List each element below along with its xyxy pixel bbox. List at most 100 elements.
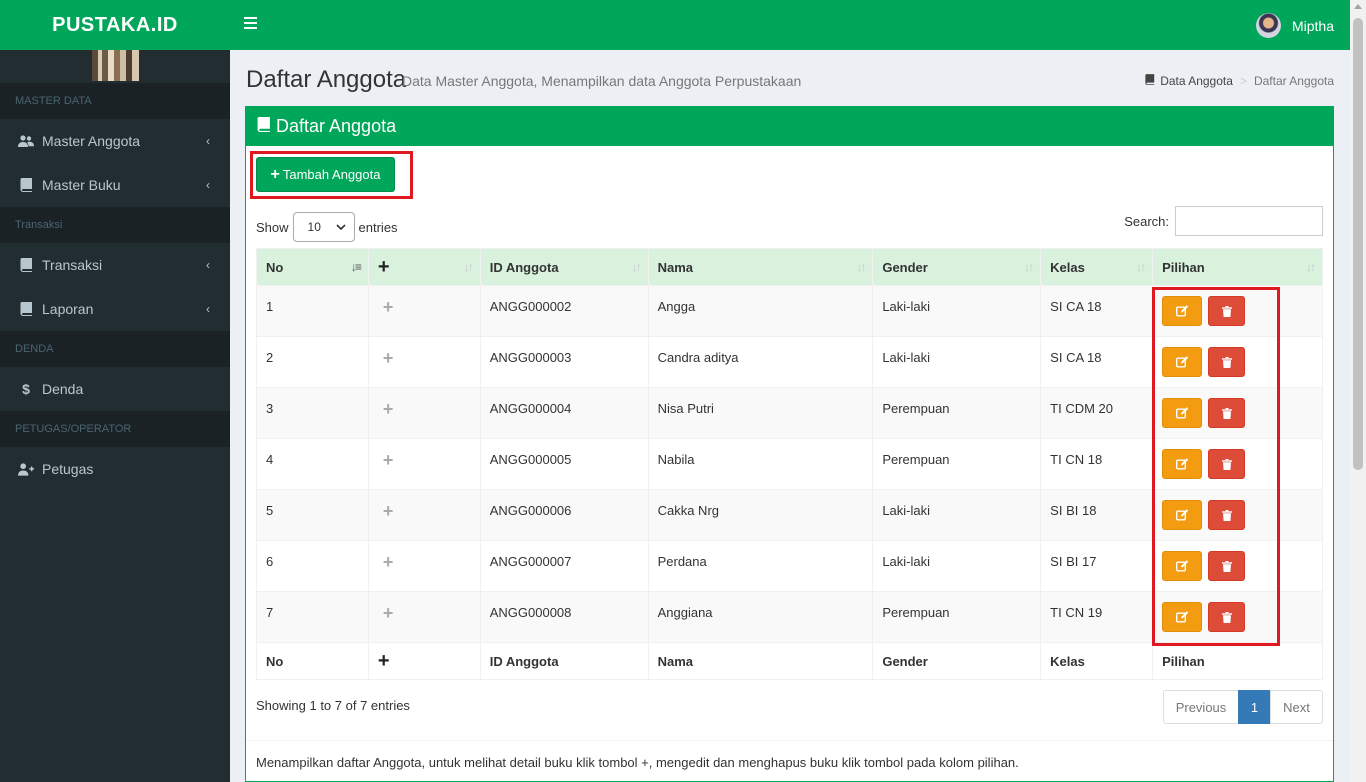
- sidebar-item-label: Denda: [42, 381, 84, 397]
- sidebar-item-denda[interactable]: $ Denda: [0, 367, 230, 411]
- cell-pilihan: [1152, 591, 1323, 643]
- user-name: Miptha: [1291, 17, 1334, 34]
- cell-nama: Perdana: [647, 540, 874, 592]
- breadcrumb-current: Daftar Anggota: [1253, 74, 1334, 88]
- edit-button[interactable]: [1162, 551, 1203, 581]
- expand-detail-icon[interactable]: +: [367, 489, 481, 541]
- cell-id: ANGG000002: [479, 285, 649, 337]
- cell-nama: Anggiana: [647, 591, 874, 643]
- scrollbar-thumb[interactable]: [1353, 18, 1363, 470]
- members-table: No ↓≡ + ↓↑ ID Anggota ↓↑ Nama ↓↑ Gender ↓↑ Ke…: [256, 248, 1323, 680]
- edit-button[interactable]: [1162, 296, 1203, 326]
- cell-nama: Nisa Putri: [647, 387, 874, 439]
- column-header-id[interactable]: ID Anggota ↓↑: [479, 248, 649, 286]
- cell-nama: Angga: [647, 285, 874, 337]
- cell-id: ANGG000008: [479, 591, 649, 643]
- sidebar-item-master-anggota[interactable]: Master Anggota ‹: [0, 119, 230, 163]
- cell-no: 4: [256, 438, 369, 490]
- column-header-nama[interactable]: Nama ↓↑: [647, 248, 874, 286]
- delete-button[interactable]: [1208, 602, 1246, 632]
- page-subtitle: Data Master Anggota, Menampilkan data An…: [402, 73, 802, 89]
- edit-icon: [1175, 458, 1188, 470]
- edit-button[interactable]: [1162, 602, 1203, 632]
- add-member-button[interactable]: + Tambah Anggota: [256, 157, 395, 192]
- sort-icon: ↓↑: [463, 260, 474, 274]
- chevron-left-icon: ‹: [206, 134, 210, 148]
- sort-icon: ↓↑: [856, 260, 866, 274]
- entries-value: 10: [307, 220, 321, 234]
- edit-icon: [1175, 560, 1188, 572]
- delete-button[interactable]: [1208, 296, 1246, 326]
- column-header-pilihan[interactable]: Pilihan ↓↑: [1152, 248, 1323, 286]
- expand-detail-icon[interactable]: +: [367, 438, 481, 490]
- cell-nama: Cakka Nrg: [647, 489, 874, 541]
- sidebar-item-master-buku[interactable]: Master Buku ‹: [0, 163, 230, 207]
- cell-gender: Laki-laki: [872, 540, 1042, 592]
- cell-no: 6: [256, 540, 369, 592]
- search-input[interactable]: [1175, 206, 1323, 236]
- scroll-up-arrow-icon[interactable]: [1354, 4, 1362, 9]
- column-header-gender[interactable]: Gender ↓↑: [872, 248, 1042, 286]
- page-scrollbar[interactable]: [1350, 0, 1366, 782]
- user-plus-icon: [18, 462, 34, 476]
- sidebar-item-transaksi[interactable]: Transaksi ‹: [0, 243, 230, 287]
- edit-button[interactable]: [1162, 449, 1203, 479]
- cell-nama: Nabila: [647, 438, 874, 490]
- cell-kelas: SI CA 18: [1040, 285, 1154, 337]
- expand-detail-icon[interactable]: +: [367, 387, 481, 439]
- sidebar-item-laporan[interactable]: Laporan ‹: [0, 287, 230, 331]
- cell-kelas: SI CA 18: [1040, 336, 1154, 388]
- library-image: [91, 50, 139, 81]
- cell-gender: Perempuan: [872, 438, 1042, 490]
- edit-icon: [1175, 611, 1188, 623]
- table-row: 7 + ANGG000008 Anggiana Perempuan TI CN 19: [256, 591, 1323, 643]
- cell-pilihan: [1152, 438, 1323, 490]
- chevron-left-icon: ‹: [206, 302, 210, 316]
- edit-button[interactable]: [1162, 398, 1203, 428]
- cell-kelas: SI BI 17: [1040, 540, 1154, 592]
- column-header-kelas[interactable]: Kelas ↓↑: [1040, 248, 1154, 286]
- expand-detail-icon[interactable]: +: [367, 285, 481, 337]
- footer-col-nama: Nama: [647, 642, 874, 680]
- cell-no: 7: [256, 591, 369, 643]
- user-menu[interactable]: Miptha: [1255, 13, 1334, 38]
- delete-button[interactable]: [1208, 398, 1246, 428]
- sidebar-header-master-data: MASTER DATA: [0, 83, 230, 119]
- delete-button[interactable]: [1208, 449, 1246, 479]
- edit-button[interactable]: [1162, 500, 1203, 530]
- entries-select[interactable]: 10: [292, 212, 355, 242]
- box-header: Daftar Anggota: [246, 106, 1333, 146]
- users-icon: [18, 134, 34, 148]
- page-1-button[interactable]: 1: [1238, 690, 1271, 724]
- entries-label: entries: [358, 219, 398, 235]
- delete-button[interactable]: [1208, 500, 1246, 530]
- expand-detail-icon[interactable]: +: [367, 540, 481, 592]
- app-logo[interactable]: PUSTAKA.ID: [0, 0, 230, 50]
- cell-gender: Laki-laki: [872, 336, 1042, 388]
- menu-toggle-icon[interactable]: [244, 17, 257, 29]
- book-icon: [18, 178, 34, 192]
- footer-col-pilihan: Pilihan: [1152, 642, 1323, 680]
- edit-icon: [1175, 509, 1188, 521]
- add-member-label: Tambah Anggota: [282, 167, 381, 182]
- edit-button[interactable]: [1162, 347, 1203, 377]
- expand-detail-icon[interactable]: +: [367, 591, 481, 643]
- previous-page-button[interactable]: Previous: [1163, 690, 1239, 724]
- cell-no: 1: [256, 285, 369, 337]
- sidebar-item-petugas[interactable]: Petugas: [0, 447, 230, 491]
- column-header-detail[interactable]: + ↓↑: [367, 248, 481, 286]
- trash-icon: [1221, 509, 1232, 521]
- delete-button[interactable]: [1208, 551, 1246, 581]
- cell-id: ANGG000006: [479, 489, 649, 541]
- breadcrumb-link[interactable]: Data Anggota: [1160, 74, 1233, 88]
- breadcrumb: Data Anggota > Daftar Anggota: [1145, 74, 1334, 88]
- cell-no: 5: [256, 489, 369, 541]
- column-header-no[interactable]: No ↓≡: [256, 248, 369, 286]
- sidebar-item-label: Petugas: [42, 461, 94, 477]
- box-footer-note: Menampilkan daftar Anggota, untuk meliha…: [246, 740, 1333, 782]
- table-footer-row: No + ID Anggota Nama Gender Kelas Piliha…: [256, 642, 1323, 680]
- sidebar-header-petugas: PETUGAS/OPERATOR: [0, 411, 230, 447]
- delete-button[interactable]: [1208, 347, 1246, 377]
- next-page-button[interactable]: Next: [1270, 690, 1323, 724]
- expand-detail-icon[interactable]: +: [367, 336, 481, 388]
